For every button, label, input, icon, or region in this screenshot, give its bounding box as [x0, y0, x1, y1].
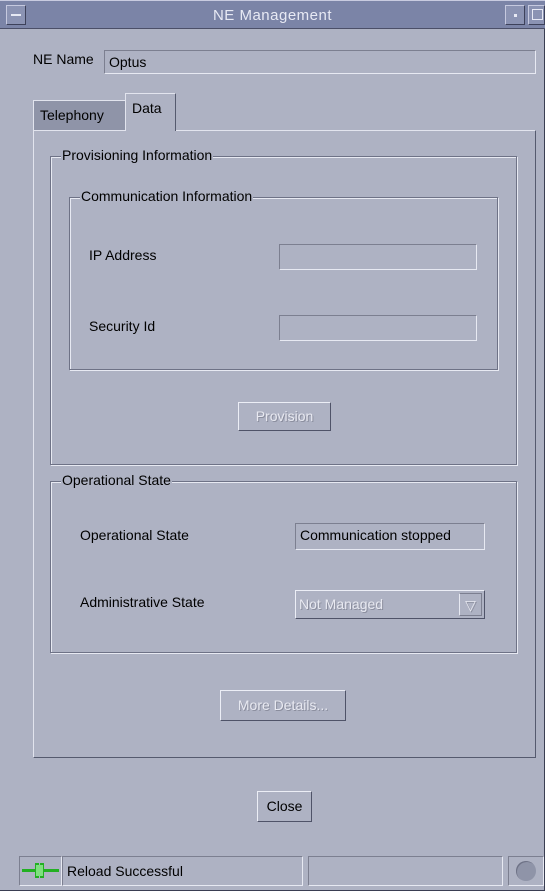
minimize-button[interactable] [505, 5, 525, 25]
ip-address-field[interactable] [279, 244, 477, 270]
ne-management-window: NE Management NE Name Optus Telephony Da… [0, 0, 545, 891]
busy-indicator-icon [516, 861, 536, 881]
ne-name-field: Optus [104, 50, 536, 74]
communication-information-group: Communication Information [69, 188, 498, 370]
title-bar[interactable]: NE Management [0, 0, 545, 29]
more-details-button[interactable]: More Details... [220, 690, 346, 721]
ip-address-label: IP Address [89, 247, 157, 263]
administrative-state-select[interactable]: Not Managed ▽ [295, 590, 485, 619]
administrative-state-value: Not Managed [299, 596, 384, 612]
status-secondary [308, 856, 503, 886]
status-bar: Reload Successful [0, 851, 545, 891]
provisioning-information-legend: Provisioning Information [61, 147, 214, 163]
operational-state-label: Operational State [80, 527, 189, 543]
security-id-label: Security Id [89, 318, 156, 334]
tab-telephony-label: Telephony [40, 107, 104, 123]
operational-state-group: Operational State [50, 472, 517, 653]
ne-name-label: NE Name [33, 51, 94, 67]
tab-data-label: Data [132, 100, 162, 116]
close-button[interactable]: Close [257, 791, 312, 822]
tab-telephony[interactable]: Telephony [33, 100, 126, 130]
administrative-state-label: Administrative State [80, 594, 205, 610]
operational-state-legend: Operational State [61, 472, 172, 488]
connection-status [19, 856, 62, 886]
tab-data[interactable]: Data [125, 93, 176, 131]
chevron-down-icon[interactable]: ▽ [459, 593, 482, 616]
maximize-button[interactable] [528, 5, 545, 25]
provision-button[interactable]: Provision [238, 402, 331, 431]
communication-information-legend: Communication Information [80, 188, 254, 204]
operational-state-value: Communication stopped [295, 523, 485, 550]
busy-indicator [508, 856, 544, 886]
window-title: NE Management [212, 7, 333, 24]
plug-icon [22, 863, 59, 878]
security-id-field[interactable] [279, 315, 477, 341]
status-message: Reload Successful [62, 856, 303, 886]
